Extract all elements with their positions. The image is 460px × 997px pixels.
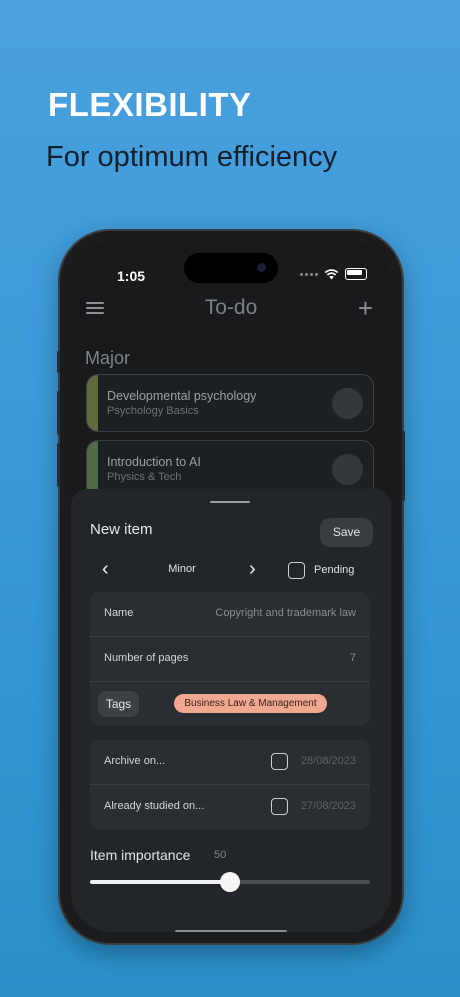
archive-checkbox[interactable] [271, 753, 288, 770]
tag-pill[interactable]: Business Law & Management [174, 694, 327, 713]
slider-thumb[interactable] [220, 872, 240, 892]
sheet-title: New item [90, 521, 153, 538]
pending-label: Pending [314, 564, 355, 576]
camera-icon [257, 263, 266, 272]
dates-group: Archive on... 28/08/2023 Already studied… [90, 740, 370, 829]
pages-row[interactable]: Number of pages 7 [90, 637, 370, 682]
card-title: Introduction to AI [107, 455, 201, 469]
archive-row[interactable]: Archive on... 28/08/2023 [90, 740, 370, 785]
card-title: Developmental psychology [107, 389, 257, 403]
item-details-group: Name Copyright and trademark law Number … [90, 592, 370, 726]
promo-headline: FLEXIBILITY [48, 86, 252, 123]
nav-title: To-do [204, 296, 258, 319]
importance-label: Item importance [90, 847, 191, 863]
name-row[interactable]: Name Copyright and trademark law [90, 592, 370, 637]
archive-label: Archive on... [104, 755, 166, 767]
name-field[interactable]: Copyright and trademark law [215, 607, 356, 619]
save-button[interactable]: Save [320, 518, 373, 547]
pages-label: Number of pages [104, 652, 189, 664]
chevron-right-icon[interactable]: › [249, 559, 256, 579]
name-label: Name [104, 607, 134, 619]
promo-subline: For optimum efficiency [46, 141, 338, 173]
sheet-drag-handle[interactable] [210, 501, 250, 503]
new-item-sheet: New item Save ‹ Minor › Pending Name Cop… [71, 489, 391, 932]
card-subtitle: Psychology Basics [107, 405, 199, 417]
phone-screen: 1:05 To-do + Major Developmental psychol… [71, 242, 391, 932]
dynamic-island [184, 253, 278, 283]
volume-down-button [57, 443, 60, 487]
phone-frame: 1:05 To-do + Major Developmental psychol… [57, 231, 405, 943]
signal-icon [300, 272, 318, 276]
home-indicator [175, 930, 287, 932]
studied-checkbox[interactable] [271, 798, 288, 815]
wifi-icon [324, 268, 339, 279]
status-icons [300, 268, 367, 280]
studied-row[interactable]: Already studied on... 27/08/2023 [90, 785, 370, 829]
card-complete-toggle[interactable] [332, 388, 363, 419]
tags-button[interactable]: Tags [98, 691, 139, 717]
todo-card[interactable]: Developmental psychology Psychology Basi… [86, 374, 374, 432]
archive-date[interactable]: 28/08/2023 [301, 755, 356, 767]
slider-fill [90, 880, 230, 884]
pages-field[interactable]: 7 [350, 652, 356, 664]
add-item-icon[interactable]: + [358, 295, 373, 321]
card-complete-toggle[interactable] [332, 454, 363, 485]
card-subtitle: Physics & Tech [107, 471, 182, 483]
importance-value: 50 [214, 849, 227, 861]
studied-label: Already studied on... [104, 800, 205, 812]
volume-up-button [57, 391, 60, 435]
importance-slider[interactable] [90, 872, 370, 892]
section-title: Major [85, 348, 131, 368]
power-button [402, 431, 405, 501]
card-accent-bar [87, 375, 98, 431]
pending-checkbox[interactable] [288, 562, 305, 579]
mute-switch [57, 351, 60, 373]
chevron-left-icon[interactable]: ‹ [102, 559, 109, 579]
nav-bar: To-do + [71, 286, 391, 330]
priority-value: Minor [168, 563, 196, 575]
studied-date[interactable]: 27/08/2023 [301, 800, 356, 812]
status-time: 1:05 [117, 268, 146, 284]
battery-icon [345, 268, 367, 280]
tags-row: Tags Business Law & Management [90, 682, 370, 726]
